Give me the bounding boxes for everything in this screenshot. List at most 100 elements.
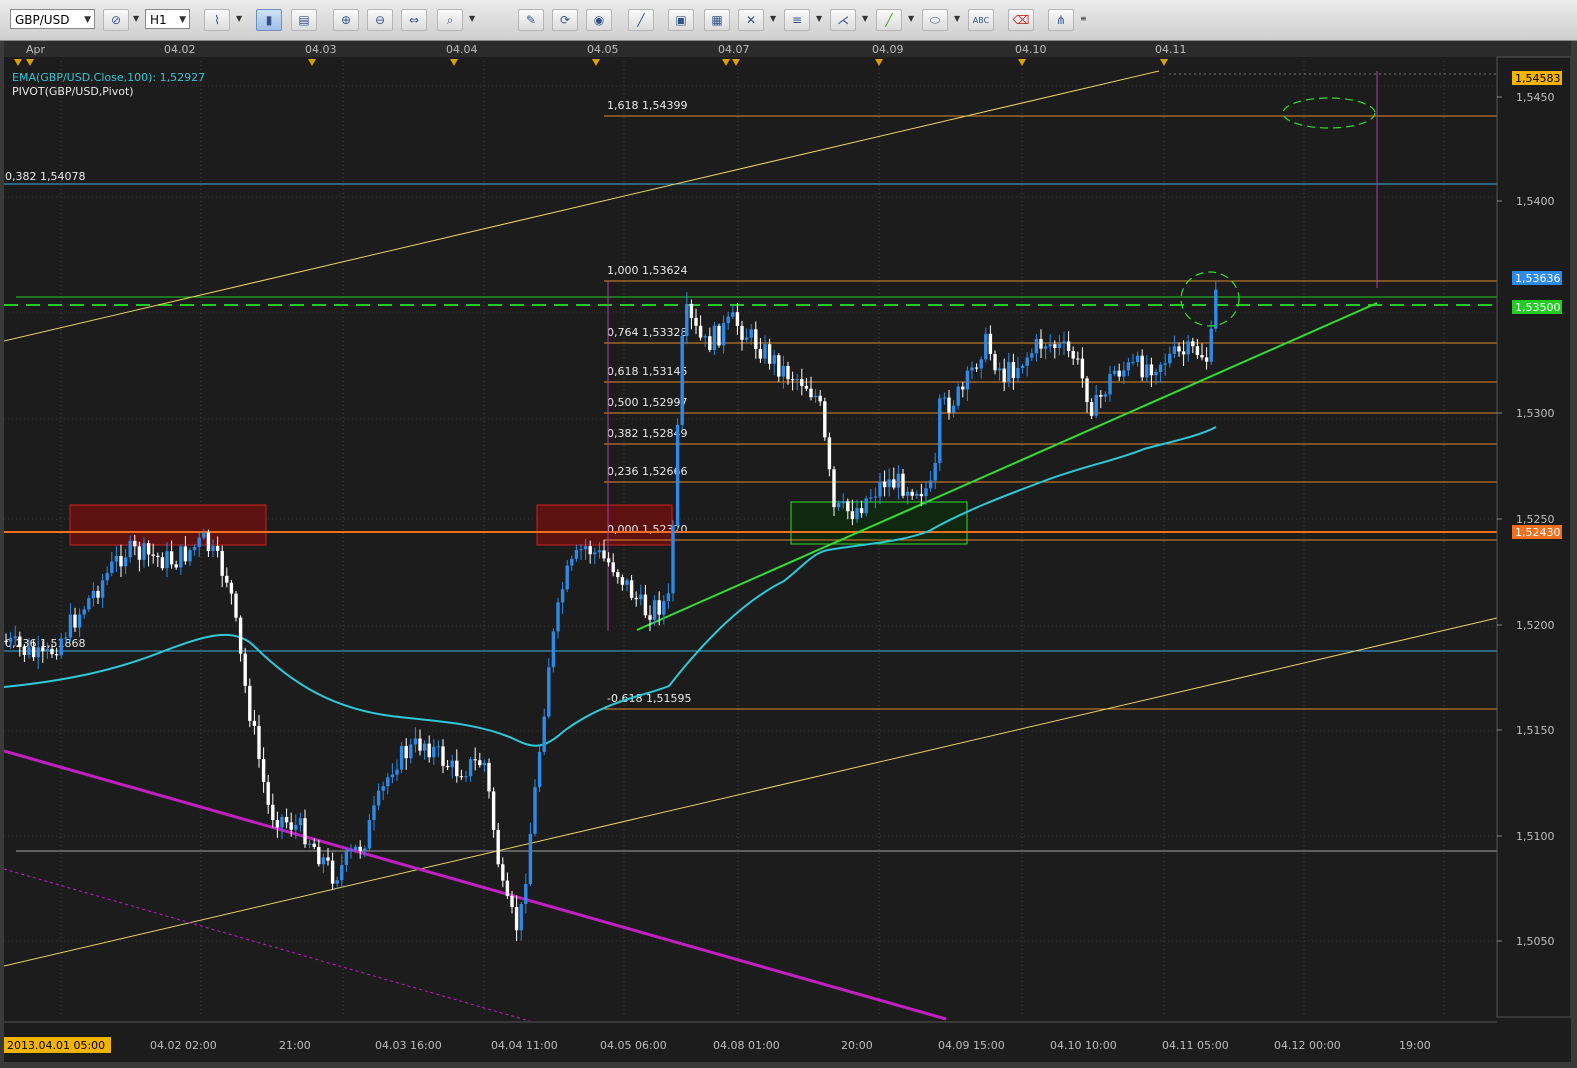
candle-body: [588, 546, 592, 555]
ruler-button[interactable]: ╱: [628, 9, 654, 31]
time-label: 04.03 16:00: [375, 1039, 442, 1052]
candle-body: [1204, 357, 1209, 362]
candle-body: [367, 819, 372, 849]
fib-level-label: 0,000 1,52370: [607, 523, 687, 536]
fib-tool-button[interactable]: ⋌: [830, 9, 856, 31]
timeframe-select[interactable]: H1 ▼: [145, 9, 190, 29]
candle-body: [1131, 361, 1135, 363]
chart-type-button[interactable]: ⌇: [204, 9, 230, 31]
top-date-label: Apr: [26, 43, 46, 56]
chevron-down-icon[interactable]: ▼: [862, 14, 868, 23]
eraser-button[interactable]: ⌫: [1008, 9, 1034, 31]
candle-body: [1034, 339, 1039, 354]
chevron-down-icon[interactable]: ▼: [236, 14, 242, 23]
candle-body: [294, 824, 298, 830]
ellipse-tool-button[interactable]: ⬭: [922, 9, 948, 31]
candle-body: [404, 746, 408, 759]
candle-body: [643, 594, 648, 616]
symbol-select[interactable]: GBP/USD ▼: [10, 9, 95, 29]
candle-body: [188, 550, 192, 562]
candle-body: [206, 532, 211, 552]
candle-body: [1168, 353, 1172, 364]
candle-body: [77, 614, 82, 628]
candle-body: [280, 816, 284, 828]
image-button[interactable]: ▣: [668, 9, 694, 31]
candle-body: [565, 565, 569, 590]
candle-body: [639, 594, 643, 600]
candle-body: [933, 463, 937, 481]
chevron-down-icon[interactable]: ▼: [908, 14, 914, 23]
candle-body: [501, 864, 505, 881]
candle-body: [160, 557, 165, 569]
price-tag-label: 1,54583: [1515, 72, 1561, 85]
tree-button[interactable]: ⋔: [1048, 9, 1074, 31]
candle-body: [560, 589, 565, 603]
candle-body: [997, 368, 1002, 371]
candle-body: [1002, 368, 1006, 383]
pencil-tool-button[interactable]: ╱: [876, 9, 902, 31]
chevron-down-icon[interactable]: ▼: [770, 14, 776, 23]
candle-body: [915, 493, 919, 496]
bar-icon: ▤: [298, 13, 310, 27]
chevron-down-icon[interactable]: ▼: [954, 14, 960, 23]
candle-body: [1080, 358, 1085, 379]
candle-body: [974, 367, 979, 369]
price-tag-label: 1,52430: [1515, 526, 1561, 539]
candle-body: [662, 601, 666, 615]
zoom-select-button[interactable]: ⌕: [437, 9, 463, 31]
candle-body: [335, 880, 339, 884]
candle-body: [36, 647, 40, 658]
candle-body: [666, 593, 671, 602]
candle-body: [878, 481, 882, 497]
candle-body: [215, 546, 220, 551]
text-note-button[interactable]: ✎: [518, 9, 544, 31]
zoom-out-icon: ⊖: [374, 13, 386, 27]
candle-body: [119, 555, 123, 567]
zoom-in-button[interactable]: ⊕: [333, 9, 359, 31]
price-chart[interactable]: 1,618 1,54399 1,000 1,53624 0,764 1,53328 0…: [4, 41, 1571, 1062]
fib-level-label: 1,618 1,54399: [607, 99, 687, 112]
tree-icon: ⋔: [1055, 13, 1067, 27]
candle-body: [533, 787, 537, 834]
chevron-down-icon[interactable]: ▼: [469, 14, 475, 23]
candle-body: [266, 781, 270, 805]
candle-view-button[interactable]: ▮: [256, 9, 282, 31]
fib-level-label: 0,618 1,53145: [607, 365, 687, 378]
candle-body: [386, 777, 390, 787]
candle-body: [846, 501, 850, 512]
zoom-out-button[interactable]: ⊖: [367, 9, 393, 31]
chevron-down-icon[interactable]: ▼: [133, 14, 139, 23]
candle-body: [740, 325, 744, 340]
candle-body: [537, 751, 542, 788]
bar-view-button[interactable]: ▤: [291, 9, 317, 31]
lines-tool-button[interactable]: ≡: [784, 9, 810, 31]
chevron-down-icon[interactable]: ▼: [816, 14, 822, 23]
more-tools-icon[interactable]: ≡: [1080, 14, 1087, 23]
candle-body: [652, 600, 657, 620]
template-button[interactable]: ▦: [704, 9, 730, 31]
candle-body: [229, 582, 234, 594]
candle-body: [809, 388, 813, 398]
price-axis-label: 1,5100: [1516, 830, 1555, 843]
candle-body: [1172, 346, 1177, 354]
resistance-zone: [69, 504, 267, 546]
candle-body: [510, 895, 514, 908]
remove-indicator-button[interactable]: ⊘: [103, 9, 129, 31]
candle-body: [464, 776, 468, 778]
candle-body: [1135, 355, 1140, 362]
candle-body: [542, 716, 546, 752]
candle-body: [726, 316, 730, 324]
zoom-fit-button[interactable]: ⇔: [401, 9, 427, 31]
candle-body: [1030, 353, 1034, 358]
candle-body: [326, 857, 330, 861]
candle-body: [869, 497, 873, 499]
price-axis-label: 1,5150: [1516, 724, 1555, 737]
globe-button[interactable]: ◉: [586, 9, 612, 31]
cursor-tools-button[interactable]: ✕: [738, 9, 764, 31]
candle-body: [749, 329, 753, 338]
candle-body: [993, 354, 997, 371]
pencil-icon: ╱: [885, 13, 893, 27]
trade-button[interactable]: ⟳: [552, 9, 578, 31]
candle-body: [873, 496, 878, 498]
text-tool-button[interactable]: ABC: [968, 9, 994, 31]
